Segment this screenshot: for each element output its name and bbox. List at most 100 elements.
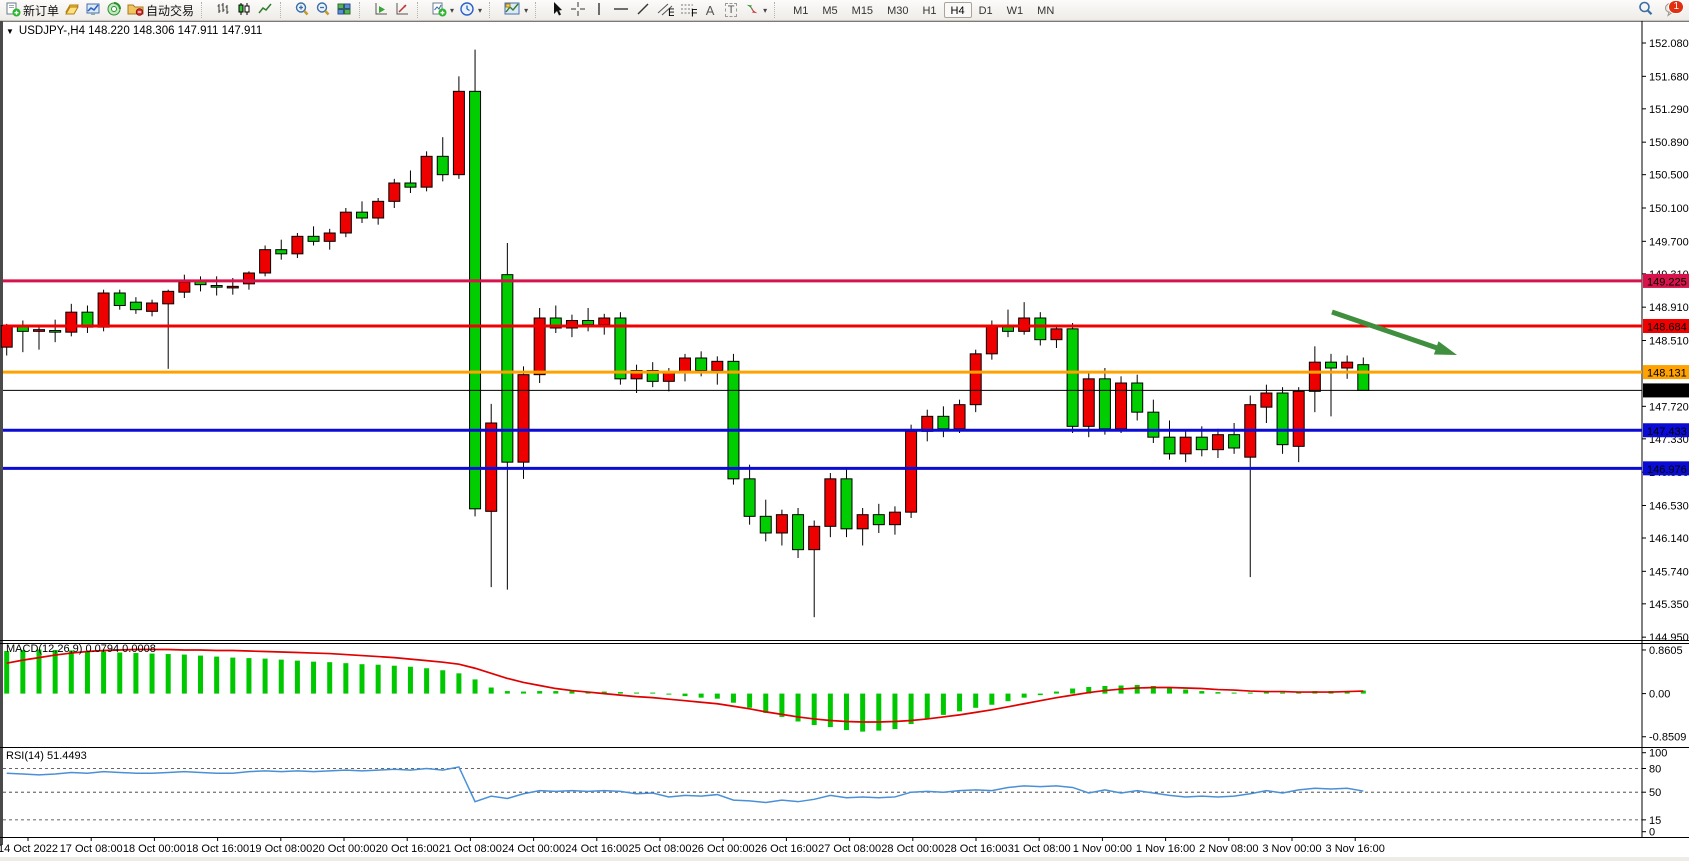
chart-window[interactable]: 152.080151.680151.290150.890150.500150.1… bbox=[0, 21, 1689, 861]
macd-histogram-bar bbox=[311, 662, 316, 694]
candle-down bbox=[1148, 412, 1159, 437]
strategy-tester-button[interactable] bbox=[371, 1, 391, 19]
candlestick-mode-button[interactable] bbox=[234, 1, 254, 19]
zoom-out-button[interactable] bbox=[313, 1, 333, 19]
tile-windows-button[interactable] bbox=[334, 1, 354, 19]
vertical-line-tool-button[interactable] bbox=[589, 1, 609, 19]
bar-chart-mode-button[interactable] bbox=[213, 1, 233, 19]
candle-up bbox=[1180, 437, 1191, 454]
arrows-tool-button[interactable]: ▾ bbox=[742, 1, 769, 19]
zoom-in-button[interactable] bbox=[292, 1, 312, 19]
candle-down bbox=[793, 515, 804, 550]
notifications-button[interactable]: 1 bbox=[1662, 1, 1682, 19]
arrows-icon bbox=[744, 1, 760, 20]
macd-histogram-bar bbox=[37, 649, 42, 693]
chart-canvas[interactable]: 152.080151.680151.290150.890150.500150.1… bbox=[0, 21, 1689, 861]
horizontal-line-tool-button[interactable] bbox=[610, 1, 632, 19]
periods-button[interactable]: ▾ bbox=[457, 1, 484, 19]
candle-up bbox=[1261, 393, 1272, 407]
macd-histogram-bar bbox=[618, 692, 623, 694]
candle-up bbox=[518, 375, 529, 463]
macd-histogram-bar bbox=[812, 694, 817, 725]
market-watch-button[interactable] bbox=[62, 1, 82, 19]
price-tick-label: 145.740 bbox=[1649, 566, 1689, 578]
candle-up bbox=[1083, 379, 1094, 427]
equidistant-channel-icon: E bbox=[656, 1, 674, 20]
macd-histogram-bar bbox=[440, 670, 445, 693]
candle-up bbox=[906, 431, 917, 512]
chart-cursor-icon bbox=[394, 1, 410, 20]
timeframe-button-H4[interactable]: H4 bbox=[944, 2, 972, 18]
trend-arrow-line[interactable] bbox=[1332, 312, 1440, 349]
candle-up bbox=[453, 91, 464, 174]
search-button[interactable] bbox=[1635, 1, 1656, 19]
macd-histogram-bar bbox=[166, 654, 171, 694]
timeframe-button-M5[interactable]: M5 bbox=[815, 2, 844, 18]
text-label-tool-button[interactable]: T bbox=[721, 1, 741, 19]
macd-histogram-bar bbox=[1022, 694, 1027, 698]
auto-trading-button[interactable]: 自动交易 bbox=[125, 1, 196, 19]
notification-badge: 1 bbox=[1668, 0, 1684, 14]
timeframe-button-MN[interactable]: MN bbox=[1030, 2, 1061, 18]
chart-dropdown-icon[interactable]: ▼ bbox=[6, 27, 14, 36]
template-icon bbox=[503, 1, 521, 20]
candle-down bbox=[357, 212, 368, 218]
trend-arrow-head[interactable] bbox=[1434, 341, 1457, 355]
cursor-tool-button[interactable] bbox=[547, 1, 567, 19]
line-chart-mode-button[interactable] bbox=[255, 1, 275, 19]
candle-up bbox=[260, 250, 271, 273]
price-tick-label: 150.890 bbox=[1649, 137, 1689, 149]
timeframe-button-M15[interactable]: M15 bbox=[845, 2, 880, 18]
channel-tool-button[interactable]: E bbox=[654, 1, 676, 19]
macd-label: MACD(12,26,9) 0.0794 0.0008 bbox=[6, 643, 156, 655]
candle-up bbox=[163, 291, 174, 304]
candle-down bbox=[1067, 329, 1078, 427]
candle-down bbox=[938, 416, 949, 429]
price-tick-label: 151.290 bbox=[1649, 104, 1689, 116]
market-watch-icon bbox=[64, 1, 80, 20]
fibonacci-tool-button[interactable]: F bbox=[677, 1, 699, 19]
data-window-button[interactable] bbox=[392, 1, 412, 19]
candle-down bbox=[1035, 318, 1046, 340]
text-tool-button[interactable]: A bbox=[700, 1, 720, 19]
candle-up bbox=[421, 156, 432, 187]
candle-up bbox=[147, 303, 158, 311]
crosshair-tool-button[interactable] bbox=[568, 1, 588, 19]
time-label: 21 Oct 08:00 bbox=[439, 843, 502, 855]
timeframe-button-H1[interactable]: H1 bbox=[915, 2, 943, 18]
fibonacci-icon: F bbox=[679, 1, 697, 20]
candle-down bbox=[1132, 383, 1143, 412]
time-label: 19 Oct 08:00 bbox=[249, 843, 312, 855]
candlestick-icon bbox=[236, 1, 252, 20]
candle-up bbox=[986, 326, 997, 354]
macd-histogram-bar bbox=[101, 652, 106, 694]
macd-histogram-bar bbox=[1006, 694, 1011, 702]
search-icon bbox=[1637, 0, 1654, 20]
price-flag-label: 147.433 bbox=[1647, 426, 1687, 438]
new-order-button[interactable]: 新订单 bbox=[3, 1, 61, 19]
timeframe-button-D1[interactable]: D1 bbox=[972, 2, 1000, 18]
dropdown-arrow-icon: ▾ bbox=[450, 6, 454, 15]
crosshair-icon bbox=[570, 1, 586, 20]
macd-histogram-bar bbox=[198, 656, 203, 694]
macd-histogram-bar bbox=[1167, 688, 1172, 694]
macd-histogram-bar bbox=[1038, 694, 1043, 696]
indicators-button[interactable]: ▾ bbox=[429, 1, 456, 19]
window-bottom-strip bbox=[0, 857, 1689, 861]
timeframe-button-W1[interactable]: W1 bbox=[1000, 2, 1031, 18]
trendline-tool-button[interactable] bbox=[633, 1, 653, 19]
templates-button[interactable]: ▾ bbox=[501, 1, 530, 19]
zoom-in-icon bbox=[294, 1, 310, 20]
macd-histogram-bar bbox=[85, 651, 90, 694]
candle-down bbox=[873, 515, 884, 525]
timeframe-button-M1[interactable]: M1 bbox=[786, 2, 815, 18]
macd-histogram-bar bbox=[424, 668, 429, 693]
timeframe-button-M30[interactable]: M30 bbox=[880, 2, 915, 18]
macd-histogram-bar bbox=[941, 694, 946, 715]
candle-up bbox=[1116, 383, 1127, 429]
charts-button[interactable] bbox=[83, 1, 103, 19]
macd-histogram-bar bbox=[489, 688, 494, 694]
candle-up bbox=[825, 479, 836, 527]
macd-histogram-bar bbox=[715, 694, 720, 699]
signal-button[interactable] bbox=[104, 1, 124, 19]
